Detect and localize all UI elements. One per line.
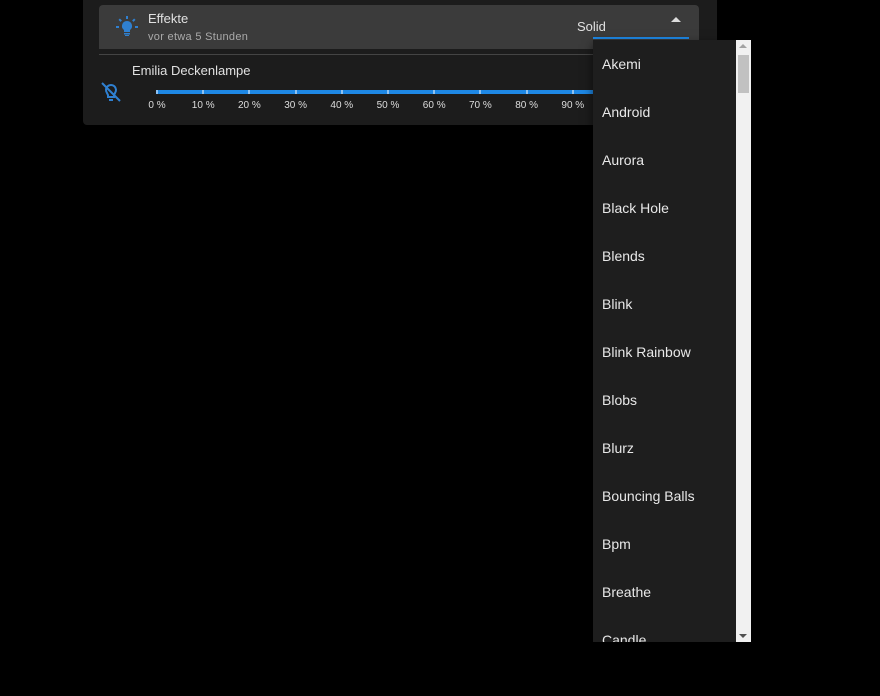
dropdown-option[interactable]: Blends bbox=[593, 232, 736, 280]
dropdown-option[interactable]: Candle bbox=[593, 616, 736, 642]
slider-tick-label: 30 % bbox=[284, 100, 307, 111]
slider-tick bbox=[248, 90, 251, 94]
slider-tick bbox=[387, 90, 389, 94]
slider-tick-label: 80 % bbox=[515, 100, 538, 111]
dropdown-option[interactable]: Blink Rainbow bbox=[593, 328, 736, 376]
slider-tick bbox=[525, 90, 528, 94]
slider-tick bbox=[433, 90, 436, 94]
effect-dropdown-menu: Akemi Android Aurora Black Hole Blends Blink B… bbox=[593, 40, 751, 642]
effects-title: Effekte bbox=[148, 11, 189, 26]
scroll-up-icon[interactable] bbox=[739, 44, 747, 48]
slider-tick-label: 60 % bbox=[422, 100, 446, 111]
scrollbar-thumb[interactable] bbox=[738, 55, 749, 93]
dropdown-option[interactable]: Aurora bbox=[593, 136, 736, 184]
dropdown-option[interactable]: Android bbox=[593, 88, 736, 136]
effects-last-changed: vor etwa 5 Stunden bbox=[148, 31, 249, 43]
lightbulb-on-icon bbox=[116, 16, 138, 36]
lamp-title: Emilia Deckenlampe bbox=[132, 63, 251, 78]
scroll-down-icon[interactable] bbox=[739, 634, 747, 638]
slider-tick bbox=[571, 90, 574, 94]
dropdown-option[interactable]: Breathe bbox=[593, 568, 736, 616]
slider-tick bbox=[294, 90, 297, 94]
slider-tick-label: 40 % bbox=[330, 100, 354, 111]
lightbulb-off-icon bbox=[101, 82, 121, 102]
scrollbar[interactable] bbox=[736, 40, 751, 642]
slider-tick-label: 90 % bbox=[561, 100, 585, 111]
dropdown-option[interactable]: Bpm bbox=[593, 520, 736, 568]
slider-tick bbox=[202, 90, 205, 94]
dropdown-option[interactable]: Blink bbox=[593, 280, 736, 328]
slider-tick bbox=[156, 90, 158, 94]
slider-tick bbox=[340, 90, 343, 94]
select-underline bbox=[593, 37, 689, 39]
slider-tick-label: 20 % bbox=[237, 100, 261, 111]
slider-tick-label: 70 % bbox=[468, 100, 492, 111]
dropdown-option[interactable]: Bouncing Balls bbox=[593, 472, 736, 520]
slider-tick-label: 0 % bbox=[148, 100, 166, 111]
slider-tick bbox=[479, 90, 482, 94]
dropdown-option[interactable]: Black Hole bbox=[593, 184, 736, 232]
slider-tick-label: 50 % bbox=[376, 100, 400, 111]
effect-select-value[interactable]: Solid bbox=[577, 19, 606, 34]
dropdown-option[interactable]: Akemi bbox=[593, 40, 736, 88]
dropdown-option[interactable]: Blurz bbox=[593, 424, 736, 472]
chevron-up-icon[interactable] bbox=[671, 17, 681, 22]
brightness-slider[interactable] bbox=[157, 90, 627, 94]
dropdown-option[interactable]: Blobs bbox=[593, 376, 736, 424]
slider-tick-label: 10 % bbox=[191, 100, 215, 111]
